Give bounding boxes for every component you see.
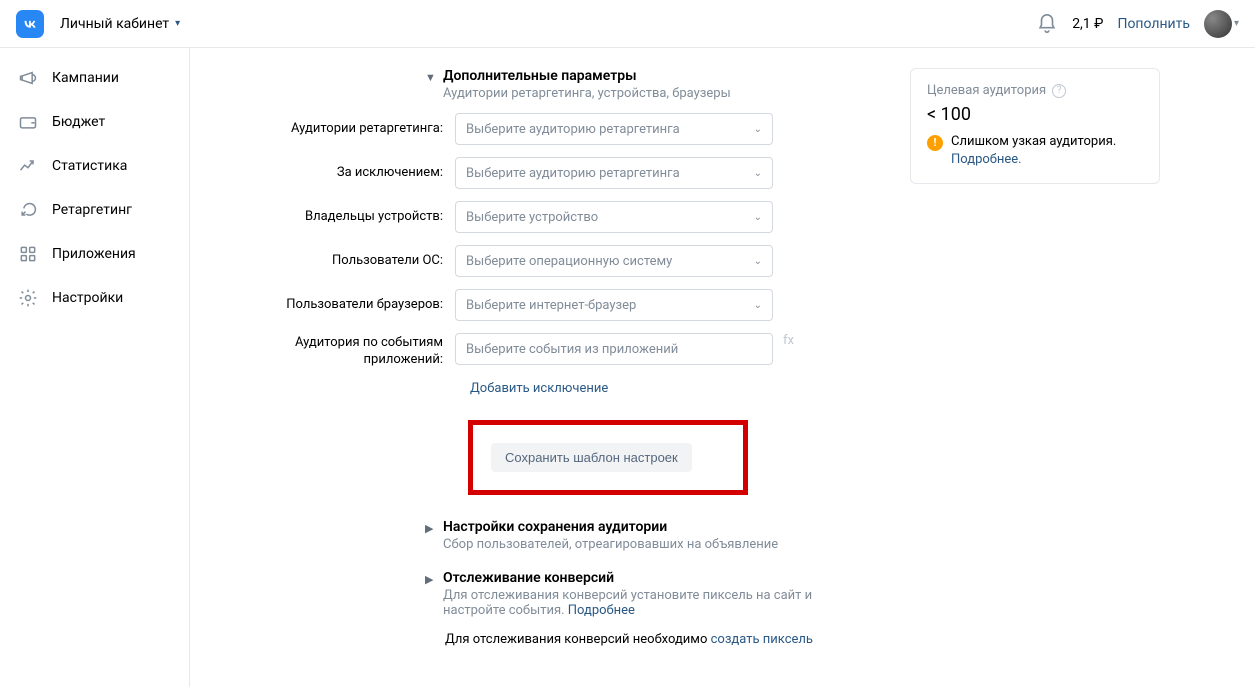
caret-down-icon[interactable]: ▼: [425, 71, 433, 84]
caret-right-icon[interactable]: ▶: [425, 573, 433, 586]
sidebar-item-statistics[interactable]: Статистика: [0, 144, 189, 188]
select-placeholder: Выберите интернет-браузер: [466, 298, 636, 313]
os-users-select[interactable]: Выберите операционную систему ⌄: [455, 245, 773, 277]
audience-card-label: Целевая аудитория: [927, 83, 1046, 98]
sidebar-item-budget[interactable]: Бюджет: [0, 100, 189, 144]
retargeting-audiences-label: Аудитории ретаргетинга:: [270, 121, 455, 138]
audience-save-title: Настройки сохранения аудитории: [443, 519, 860, 535]
app-events-select[interactable]: Выберите события из приложений: [455, 333, 773, 365]
chevron-down-icon: ⌄: [754, 212, 762, 223]
fx-icon[interactable]: fx: [783, 333, 794, 348]
gear-icon: [18, 288, 38, 308]
sidebar-item-label: Настройки: [52, 290, 123, 306]
additional-params-sub: Аудитории ретаргетинга, устройства, брау…: [443, 86, 860, 101]
caret-right-icon[interactable]: ▶: [425, 522, 433, 535]
chevron-down-icon: ⌄: [754, 300, 762, 311]
sidebar-item-label: Кампании: [52, 70, 119, 86]
sidebar-item-settings[interactable]: Настройки: [0, 276, 189, 320]
sidebar-item-label: Бюджет: [52, 114, 105, 130]
audience-warning-text: Слишком узкая аудитория.: [951, 134, 1116, 149]
app-events-label: Аудитория по событиям приложений:: [270, 333, 455, 369]
sidebar-item-campaigns[interactable]: Кампании: [0, 56, 189, 100]
create-pixel-link[interactable]: создать пиксель: [711, 632, 813, 647]
chevron-down-icon: ▾: [1234, 18, 1239, 29]
audience-warning: Слишком узкая аудитория. Подробнее.: [951, 133, 1143, 169]
chart-icon: [18, 156, 38, 176]
audience-card: Целевая аудитория ? < 100 ! Слишком узка…: [910, 68, 1160, 184]
header: Личный кабинет ▾ 2,1 ₽ Пополнить ▾: [0, 0, 1255, 48]
chevron-down-icon: ⌄: [754, 124, 762, 135]
warning-icon: !: [927, 135, 943, 151]
help-icon[interactable]: ?: [1052, 84, 1066, 98]
megaphone-icon: [18, 68, 38, 88]
select-placeholder: Выберите аудиторию ретаргетинга: [466, 122, 680, 137]
except-select[interactable]: Выберите аудиторию ретаргетинга ⌄: [455, 157, 773, 189]
device-owners-select[interactable]: Выберите устройство ⌄: [455, 201, 773, 233]
chevron-down-icon: ⌄: [754, 256, 762, 267]
conversions-title: Отслеживание конверсий: [443, 570, 860, 586]
select-placeholder: Выберите операционную систему: [466, 254, 672, 269]
chevron-down-icon: ▾: [175, 18, 180, 29]
highlight-box: Сохранить шаблон настроек: [468, 420, 748, 495]
save-template-button[interactable]: Сохранить шаблон настроек: [491, 443, 692, 472]
notifications-icon[interactable]: [1036, 13, 1058, 35]
topup-link[interactable]: Пополнить: [1117, 16, 1190, 32]
audience-warning-link[interactable]: Подробнее.: [951, 152, 1022, 167]
select-placeholder: Выберите устройство: [466, 210, 598, 225]
account-switcher[interactable]: Личный кабинет ▾: [60, 16, 180, 32]
sidebar-item-retargeting[interactable]: Ретаргетинг: [0, 188, 189, 232]
audience-card-value: < 100: [927, 104, 1143, 125]
main-content: ▼ Дополнительные параметры Аудитории рет…: [190, 48, 1255, 687]
retargeting-audiences-select[interactable]: Выберите аудиторию ретаргетинга ⌄: [455, 113, 773, 145]
profile-menu[interactable]: ▾: [1204, 10, 1239, 38]
sidebar-item-label: Статистика: [52, 158, 127, 174]
conversions-learn-more-link[interactable]: Подробнее: [568, 603, 635, 618]
sidebar-item-apps[interactable]: Приложения: [0, 232, 189, 276]
conversions-note-text: Для отслеживания конверсий необходимо: [445, 632, 707, 647]
vk-logo[interactable]: [16, 10, 44, 38]
except-label: За исключением:: [270, 165, 455, 182]
sidebar-item-label: Приложения: [52, 246, 136, 262]
audience-save-sub: Сбор пользователей, отреагировавших на о…: [443, 537, 860, 552]
add-exception-link[interactable]: Добавить исключение: [470, 381, 608, 396]
browser-users-label: Пользователи браузеров:: [270, 297, 455, 314]
wallet-icon: [18, 112, 38, 132]
retarget-icon: [18, 200, 38, 220]
additional-params-title: Дополнительные параметры: [443, 68, 860, 84]
select-placeholder: Выберите события из приложений: [466, 342, 678, 357]
chevron-down-icon: ⌄: [754, 168, 762, 179]
balance-amount: 2,1 ₽: [1072, 16, 1103, 32]
sidebar-item-label: Ретаргетинг: [52, 202, 132, 218]
browser-users-select[interactable]: Выберите интернет-браузер ⌄: [455, 289, 773, 321]
sidebar: Кампании Бюджет Статистика Ретаргетинг П…: [0, 48, 190, 687]
select-placeholder: Выберите аудиторию ретаргетинга: [466, 166, 680, 181]
apps-icon: [18, 244, 38, 264]
avatar: [1204, 10, 1232, 38]
conversions-sub: Для отслеживания конверсий установите пи…: [443, 588, 860, 618]
device-owners-label: Владельцы устройств:: [270, 209, 455, 226]
conversions-note: Для отслеживания конверсий необходимо со…: [445, 632, 860, 647]
os-users-label: Пользователи ОС:: [270, 253, 455, 270]
account-title-text: Личный кабинет: [60, 16, 169, 32]
